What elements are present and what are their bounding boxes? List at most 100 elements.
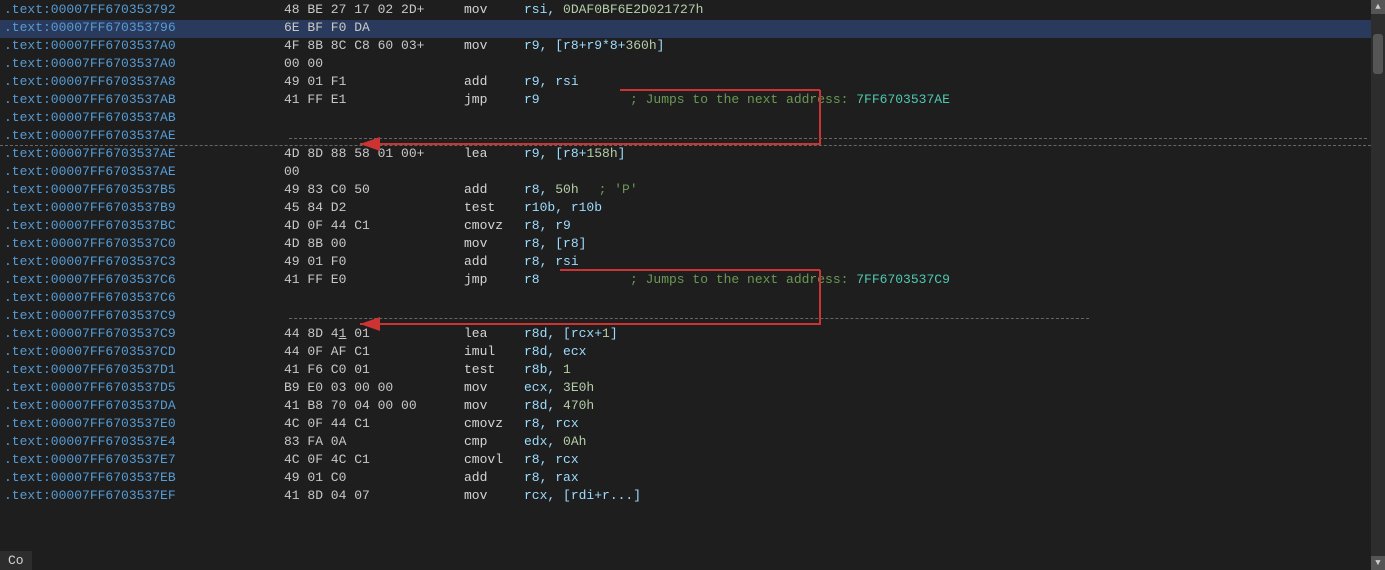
mnemonic-1: mov: [464, 2, 524, 17]
bytes-2: 6E BF F0 DA: [284, 20, 464, 35]
code-line-cmovz1: .text:00007FF6703537BC 4D 0F 44 C1 cmovz…: [0, 218, 1371, 236]
addr-empty1: .text:00007FF6703537AB: [4, 110, 284, 125]
code-line-mov1: .text:00007FF6703537C0 4D 8B 00 mov r8, …: [0, 236, 1371, 254]
addr-lea1: .text:00007FF6703537AE: [4, 146, 284, 161]
addr-sep2: .text:00007FF6703537C9: [4, 308, 284, 323]
addr-3: .text:00007FF6703537A0: [4, 38, 284, 53]
addr-partial: .text:00007FF6703537EF: [4, 488, 284, 503]
mnemonic-test2: test: [464, 362, 524, 377]
addr-mov2: .text:00007FF6703537D5: [4, 380, 284, 395]
addr-lea2: .text:00007FF6703537C9: [4, 326, 284, 341]
bytes-test1: 45 84 D2: [284, 200, 464, 215]
code-line-imul: .text:00007FF6703537CD 44 0F AF C1 imul …: [0, 344, 1371, 362]
code-line-add3: .text:00007FF6703537EB 49 01 C0 add r8, …: [0, 470, 1371, 488]
operands-3: r9, [r8+r9*8+360h]: [524, 38, 664, 53]
operands-cmovz2: r8, rcx: [524, 416, 579, 431]
mnemonic-5: add: [464, 74, 524, 89]
operands-cmovz1: r8, r9: [524, 218, 571, 233]
addr-1: .text:00007FF670353792: [4, 2, 284, 17]
code-line-test1: .text:00007FF6703537B9 45 84 D2 test r10…: [0, 200, 1371, 218]
scroll-down-button[interactable]: ▼: [1371, 556, 1385, 570]
addr-add1: .text:00007FF6703537B5: [4, 182, 284, 197]
annotation-jmp1: ; Jumps to the next address: 7FF6703537A…: [630, 92, 950, 107]
bytes-partial: 41 8D 04 07: [284, 488, 464, 503]
annotation-jmp2: ; Jumps to the next address: 7FF6703537C…: [630, 272, 950, 287]
bytes-lea2: 44 8D 41 01: [284, 326, 464, 341]
addr-cmp: .text:00007FF6703537E4: [4, 434, 284, 449]
addr-cmovl: .text:00007FF6703537E7: [4, 452, 284, 467]
comment-add1: ; 'P': [599, 182, 638, 197]
bytes-mov3: 41 B8 70 04 00 00: [284, 398, 464, 413]
mnemonic-cmovl: cmovl: [464, 452, 524, 467]
mnemonic-jmp2: jmp: [464, 272, 524, 287]
code-line-mov2: .text:00007FF6703537D5 B9 E0 03 00 00 mo…: [0, 380, 1371, 398]
code-line-cmp: .text:00007FF6703537E4 83 FA 0A cmp edx,…: [0, 434, 1371, 452]
operands-mov1: r8, [r8]: [524, 236, 586, 251]
operands-cmp: edx, 0Ah: [524, 434, 586, 449]
code-line-mov3: .text:00007FF6703537DA 41 B8 70 04 00 00…: [0, 398, 1371, 416]
mnemonic-jmp1: jmp: [464, 92, 524, 107]
vertical-scrollbar[interactable]: ▲ ▼: [1371, 0, 1385, 570]
scroll-thumb[interactable]: [1373, 34, 1383, 74]
bytes-cmovz1: 4D 0F 44 C1: [284, 218, 464, 233]
addr-sep1: .text:00007FF6703537AE: [4, 128, 284, 143]
operands-jmp2: r8: [524, 272, 540, 287]
code-line-add1: .text:00007FF6703537B5 49 83 C0 50 add r…: [0, 182, 1371, 200]
code-line-lea2: .text:00007FF6703537C9 44 8D 41 01 lea r…: [0, 326, 1371, 344]
bytes-5: 49 01 F1: [284, 74, 464, 89]
code-line-jmp2: .text:00007FF6703537C6 41 FF E0 jmp r8 ;…: [0, 272, 1371, 290]
code-line-sep2: .text:00007FF6703537C9: [0, 308, 1371, 326]
operands-cmovl: r8, rcx: [524, 452, 579, 467]
bytes-test2: 41 F6 C0 01: [284, 362, 464, 377]
bytes-4: 00 00: [284, 56, 464, 71]
addr-4: .text:00007FF6703537A0: [4, 56, 284, 71]
addr-2: .text:00007FF670353796: [4, 20, 284, 35]
mnemonic-mov2: mov: [464, 380, 524, 395]
bytes-lea1b: 00: [284, 164, 464, 179]
bytes-add2: 49 01 F0: [284, 254, 464, 269]
addr-add3: .text:00007FF6703537EB: [4, 470, 284, 485]
bytes-cmp: 83 FA 0A: [284, 434, 464, 449]
addr-test2: .text:00007FF6703537D1: [4, 362, 284, 377]
operands-5: r9, rsi: [524, 74, 579, 89]
code-line-empty2: .text:00007FF6703537C6: [0, 290, 1371, 308]
mnemonic-mov1: mov: [464, 236, 524, 251]
code-line-3: .text:00007FF6703537A0 4F 8B 8C C8 60 03…: [0, 38, 1371, 56]
mnemonic-cmovz2: cmovz: [464, 416, 524, 431]
operands-add3: r8, rax: [524, 470, 579, 485]
code-line-4: .text:00007FF6703537A0 00 00: [0, 56, 1371, 74]
operands-test2: r8b, 1: [524, 362, 571, 377]
mnemonic-test1: test: [464, 200, 524, 215]
operands-lea2: r8d, [rcx+1]: [524, 326, 618, 341]
addr-jmp2: .text:00007FF6703537C6: [4, 272, 284, 287]
mnemonic-add2: add: [464, 254, 524, 269]
code-line-add2: .text:00007FF6703537C3 49 01 F0 add r8, …: [0, 254, 1371, 272]
scroll-up-button[interactable]: ▲: [1371, 0, 1385, 14]
code-line-test2: .text:00007FF6703537D1 41 F6 C0 01 test …: [0, 362, 1371, 380]
bytes-lea1: 4D 8D 88 58 01 00+: [284, 146, 464, 161]
bytes-add1: 49 83 C0 50: [284, 182, 464, 197]
code-line-5: .text:00007FF6703537A8 49 01 F1 add r9, …: [0, 74, 1371, 92]
bytes-jmp1: 41 FF E1: [284, 92, 464, 107]
bytes-3: 4F 8B 8C C8 60 03+: [284, 38, 464, 53]
code-line-lea1b: .text:00007FF6703537AE 00: [0, 164, 1371, 182]
addr-mov1: .text:00007FF6703537C0: [4, 236, 284, 251]
mnemonic-mov3: mov: [464, 398, 524, 413]
operands-mov3: r8d, 470h: [524, 398, 594, 413]
bytes-cmovl: 4C 0F 4C C1: [284, 452, 464, 467]
operands-jmp1: r9: [524, 92, 540, 107]
code-line-cmovl: .text:00007FF6703537E7 4C 0F 4C C1 cmovl…: [0, 452, 1371, 470]
mnemonic-cmovz1: cmovz: [464, 218, 524, 233]
code-area[interactable]: .text:00007FF670353792 48 BE 27 17 02 2D…: [0, 0, 1371, 570]
addr-cmovz1: .text:00007FF6703537BC: [4, 218, 284, 233]
operands-mov2: ecx, 3E0h: [524, 380, 594, 395]
operands-lea1: r9, [r8+158h]: [524, 146, 625, 161]
addr-imul: .text:00007FF6703537CD: [4, 344, 284, 359]
code-line-1: .text:00007FF670353792 48 BE 27 17 02 2D…: [0, 2, 1371, 20]
bytes-imul: 44 0F AF C1: [284, 344, 464, 359]
addr-5: .text:00007FF6703537A8: [4, 74, 284, 89]
operands-1: rsi, 0DAF0BF6E2D021727h: [524, 2, 703, 17]
operands-add1: r8, 50h: [524, 182, 579, 197]
code-line-2: .text:00007FF670353796 6E BF F0 DA: [0, 20, 1371, 38]
code-line-empty1: .text:00007FF6703537AB: [0, 110, 1371, 128]
